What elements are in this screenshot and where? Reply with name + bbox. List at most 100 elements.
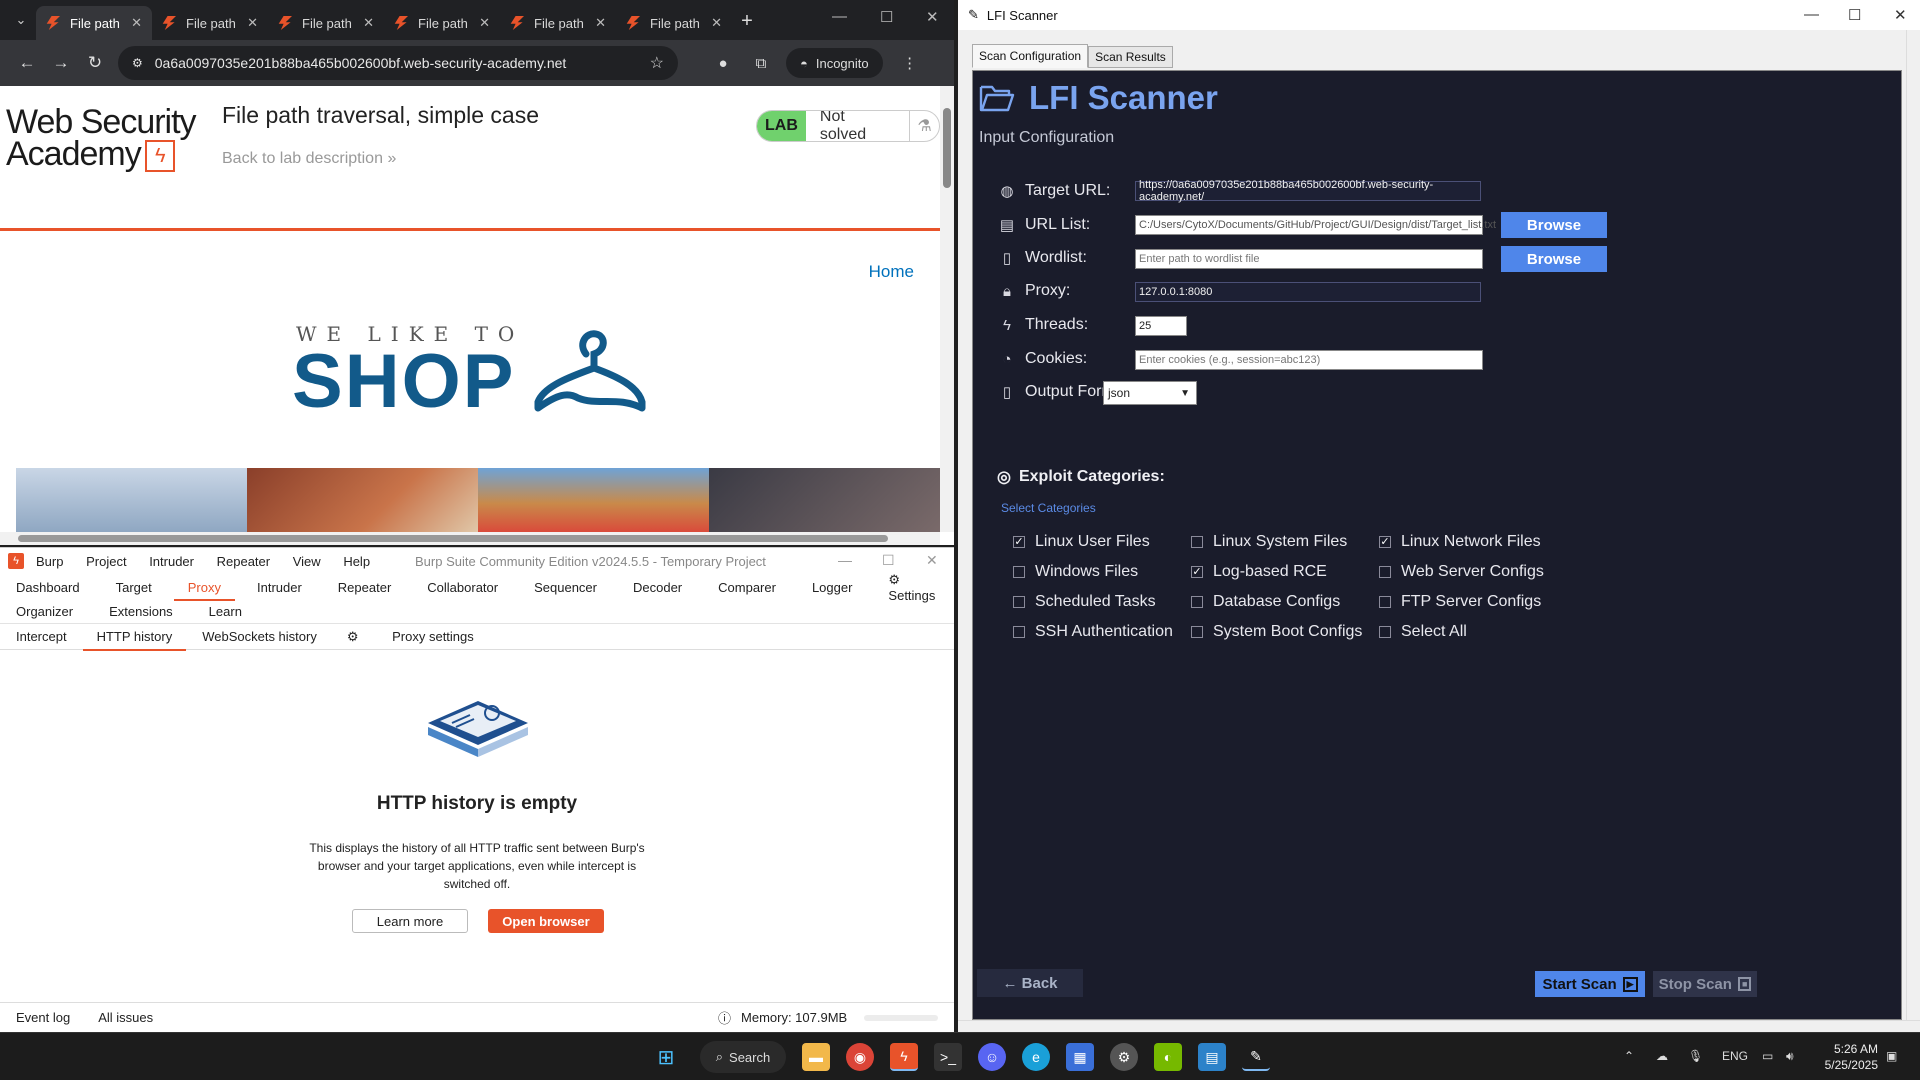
tab-proxy[interactable]: Proxy [173,580,236,601]
category-checkbox[interactable]: Windows Files [1013,563,1138,581]
close-icon[interactable]: ✕ [1894,6,1907,24]
tab-logger[interactable]: Logger [812,580,852,595]
network-icon[interactable]: ▭ [1762,1049,1773,1063]
category-checkbox[interactable]: Linux System Files [1191,533,1347,551]
extension-icon[interactable]: ● [706,55,740,72]
forward-arrow-icon[interactable]: → [44,53,78,73]
tab-repeater[interactable]: Repeater [338,580,391,595]
tab-learn[interactable]: Learn [209,604,242,619]
tab-close-icon[interactable]: ✕ [131,15,142,31]
proxy-settings-button[interactable]: ⚙ Proxy settings [347,629,504,645]
menu-help[interactable]: Help [343,554,370,569]
product-image[interactable] [16,468,247,532]
checkbox-box[interactable] [1191,596,1203,608]
kebab-menu-icon[interactable]: ⋮ [893,54,927,72]
home-link[interactable]: Home [869,262,914,282]
proxy-input[interactable]: 127.0.0.1:8080 [1135,282,1481,302]
category-checkbox[interactable]: ✓ Linux Network Files [1379,533,1541,551]
checkbox-box[interactable] [1379,566,1391,578]
wordlist-browse-button[interactable]: Browse [1501,246,1607,272]
store-icon[interactable]: ▦ [1066,1043,1094,1071]
browser-tab[interactable]: File path ✕ [500,6,616,40]
discord-icon[interactable]: ☺ [978,1043,1006,1071]
address-bar[interactable]: ⚙ 0a6a0097035e201b88ba465b002600bf.web-s… [118,46,678,80]
category-checkbox[interactable]: FTP Server Configs [1379,593,1541,611]
horizontal-scrollbar[interactable] [958,1020,1920,1032]
microphone-icon[interactable]: 🎙︎ [1688,1049,1703,1063]
maximize-icon[interactable]: ☐ [880,8,893,26]
checkbox-box[interactable] [1013,626,1025,638]
tab-target[interactable]: Target [116,580,152,595]
system-clock[interactable]: 5:26 AM 5/25/2025 [1825,1041,1878,1073]
threads-input[interactable]: 25 [1135,316,1187,336]
menu-project[interactable]: Project [86,554,126,569]
checkbox-box[interactable]: ✓ [1013,536,1025,548]
tab-comparer[interactable]: Comparer [718,580,776,595]
category-checkbox[interactable]: SSH Authentication [1013,623,1173,641]
tab-dashboard[interactable]: Dashboard [16,580,80,595]
chevron-up-icon[interactable]: ⌃ [1624,1049,1634,1063]
tab-decoder[interactable]: Decoder [633,580,682,595]
open-browser-button[interactable]: Open browser [488,909,604,933]
event-log-link[interactable]: Event log [16,1010,70,1025]
all-issues-link[interactable]: All issues [98,1010,153,1025]
close-icon[interactable]: ✕ [926,8,939,26]
wordlist-input[interactable]: Enter path to wordlist file [1135,249,1483,269]
category-checkbox[interactable]: Scheduled Tasks [1013,593,1156,611]
tab-close-icon[interactable]: ✕ [595,15,606,31]
notification-icon[interactable]: ▣ [1886,1049,1897,1063]
horizontal-scrollbar[interactable] [0,532,940,545]
checkbox-box[interactable] [1379,626,1391,638]
checkbox-box[interactable] [1013,596,1025,608]
tab-organizer[interactable]: Organizer [16,604,73,619]
extensions-puzzle-icon[interactable]: ⧉ [744,55,778,72]
tab-sequencer[interactable]: Sequencer [534,580,597,595]
chrome-icon[interactable]: ◉ [846,1043,874,1071]
tab-scan-configuration[interactable]: Scan Configuration [972,44,1089,68]
reload-icon[interactable]: ↻ [78,53,112,73]
start-scan-button[interactable]: Start Scan ▶ [1535,971,1645,997]
url-list-browse-button[interactable]: Browse [1501,212,1607,238]
speaker-icon[interactable]: 🔊︎ [1786,1049,1794,1064]
taskbar-search[interactable]: ⌕ Search [700,1041,786,1073]
burp-suite-icon[interactable]: ϟ [890,1043,918,1071]
vertical-scrollbar[interactable] [1906,30,1920,1020]
checkbox-box[interactable] [1191,536,1203,548]
tab-http-history[interactable]: HTTP history [82,629,186,651]
browser-tab[interactable]: File path ✕ [36,6,152,40]
tab-search-icon[interactable]: ⌄ [6,6,36,34]
category-checkbox[interactable]: Database Configs [1191,593,1340,611]
bookmark-star-icon[interactable]: ☆ [650,53,664,73]
tab-close-icon[interactable]: ✕ [711,15,722,31]
language-indicator[interactable]: ENG [1722,1049,1748,1063]
stop-scan-button[interactable]: Stop Scan ■ [1653,971,1757,997]
windows-start-icon[interactable]: ⊞ [652,1043,680,1071]
browser-tab[interactable]: File path ✕ [616,6,732,40]
cookies-input[interactable]: Enter cookies (e.g., session=abc123) [1135,350,1483,370]
feather-app-icon[interactable]: ✎ [1242,1043,1270,1071]
web-security-academy-logo[interactable]: Web Security Academy ϟ [6,105,197,173]
product-image[interactable] [247,468,478,532]
browser-tab[interactable]: File path ✕ [384,6,500,40]
menu-intruder[interactable]: Intruder [149,554,194,569]
scroll-thumb[interactable] [943,108,951,188]
category-checkbox[interactable]: Web Server Configs [1379,563,1544,581]
back-to-lab-link[interactable]: Back to lab description » [222,150,396,168]
tab-extensions[interactable]: Extensions [109,604,173,619]
minimize-icon[interactable]: — [832,8,847,25]
back-arrow-icon[interactable]: ← [10,53,44,73]
menu-view[interactable]: View [293,554,321,569]
file-explorer-icon[interactable]: ▬ [802,1043,830,1071]
minimize-icon[interactable]: — [838,552,852,568]
menu-burp[interactable]: Burp [36,554,63,569]
browser-tab[interactable]: File path ✕ [268,6,384,40]
close-icon[interactable]: ✕ [926,552,938,569]
nvidia-icon[interactable]: ◐ [1154,1043,1182,1071]
product-image[interactable] [478,468,709,532]
browser-tab[interactable]: File path ✕ [152,6,268,40]
category-checkbox[interactable]: ✓ Linux User Files [1013,533,1150,551]
output-format-select[interactable]: json ▼ [1103,381,1197,405]
tab-collaborator[interactable]: Collaborator [427,580,498,595]
incognito-indicator[interactable]: ◓ Incognito [786,48,883,78]
learn-more-button[interactable]: Learn more [352,909,468,933]
